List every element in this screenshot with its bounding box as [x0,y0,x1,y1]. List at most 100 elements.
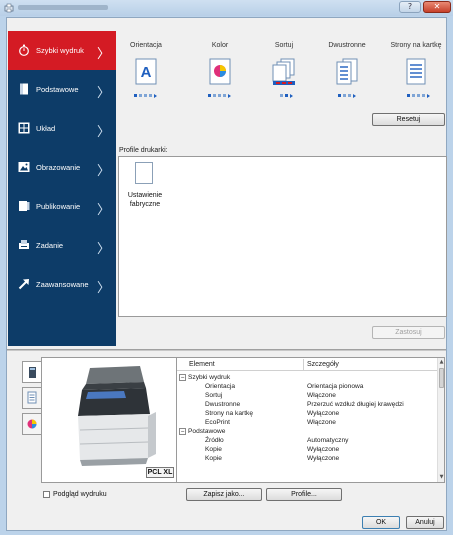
row-value: Włączone [307,392,336,399]
help-button[interactable]: ? [399,1,421,13]
printer-icon [29,367,36,378]
scroll-thumb[interactable] [439,368,444,388]
print-preview-checkbox[interactable] [43,491,50,498]
tree-item-row[interactable]: Dwustronne Przerzuć wzdłuż długiej krawę… [177,400,439,409]
nav-label: Zaawansowane [36,280,89,289]
nav-label: Szybki wydruk [36,46,84,55]
row-element: Podstawowe [188,428,226,435]
tab-printer-preview[interactable] [22,361,42,383]
pages-per-sheet-icon[interactable] [404,58,428,86]
nav-item-imaging[interactable]: Obrazowanie 〉 [8,148,116,187]
nav-label: Zadanie [36,241,64,250]
chevron-right-icon: 〉 [96,281,110,296]
nav-item-publishing[interactable]: Publikowanie 〉 [8,187,116,226]
column-header-pages-per-sheet: Strony na kartkę [390,42,442,49]
nav-item-advanced[interactable]: Zaawansowane 〉 [8,265,116,304]
row-value: Automatyczny [307,437,349,444]
color-icon[interactable] [208,58,232,86]
publishing-icon [19,201,30,211]
advanced-arrow-icon [18,279,29,290]
column-header-details[interactable]: Szczegóły [307,361,339,368]
mfp-printer-image [78,366,156,466]
nav-item-basic[interactable]: Podstawowe 〉 [8,70,116,109]
nav-label: Obrazowanie [36,163,81,172]
collate-selector[interactable] [280,93,304,98]
tree-item-row[interactable]: Sortuj Włączone [177,391,439,400]
cancel-button[interactable]: Anuluj [406,516,444,529]
scroll-down-icon[interactable]: ▼ [439,474,444,480]
chevron-right-icon: 〉 [96,203,110,218]
window-title-blurred [18,5,108,10]
tree-item-row[interactable]: Orientacja Orientacja pionowa [177,382,439,391]
collapse-toggle[interactable]: − [179,374,186,381]
tab-color-preview[interactable] [22,413,42,435]
row-element: Orientacja [205,383,236,390]
tab-page-preview[interactable] [22,387,42,409]
details-scrollbar[interactable]: ▲ ▼ [437,358,444,482]
preview-tabs [22,361,42,461]
apply-button[interactable]: Zastosuj [372,326,445,339]
column-header-element[interactable]: Element [189,361,215,368]
scroll-up-icon[interactable]: ▲ [439,359,444,365]
orientation-icon[interactable]: A [134,58,158,86]
tree-item-row[interactable]: Strony na kartkę Wyłączone [177,409,439,418]
tree-group-row[interactable]: − Podstawowe [177,427,439,436]
tree-item-row[interactable]: Kopie Wyłączone [177,445,439,454]
job-icon [19,240,29,249]
color-wheel-icon [27,419,37,429]
row-value: Wyłączone [307,446,340,453]
row-value: Przerzuć wzdłuż długiej krawędzi [307,401,404,408]
chevron-right-icon: 〉 [96,125,110,140]
orientation-glyph: A [141,64,152,81]
pages-per-sheet-selector[interactable] [407,93,431,98]
row-element: Kopie [205,446,222,453]
nav-label: Podstawowe [36,85,79,94]
printer-app-icon [4,3,14,13]
row-element: Sortuj [205,392,223,399]
tree-item-row[interactable]: EcoPrint Włączone [177,418,439,427]
category-sidebar: Szybki wydruk 〉 Podstawowe 〉 Układ 〉 Obr… [8,31,116,346]
collapse-toggle[interactable]: − [179,428,186,435]
nav-item-layout[interactable]: Układ 〉 [8,109,116,148]
row-value: Wyłączone [307,455,340,462]
duplex-selector[interactable] [338,93,362,98]
color-selector[interactable] [208,93,232,98]
profile-button[interactable]: Profile... [266,488,342,501]
row-value: Wyłączone [307,410,340,417]
row-element: Strony na kartkę [205,410,254,417]
nav-item-quick-print[interactable]: Szybki wydruk 〉 [8,31,116,70]
tree-item-row[interactable]: Źródło Automatyczny [177,436,439,445]
row-element: Źródło [205,437,224,444]
pcl-xl-badge: PCL XL [146,467,174,478]
page-icon [20,83,28,95]
row-value: Włączone [307,419,336,426]
tree-group-row[interactable]: − Szybki wydruk [177,373,439,382]
details-header: Element Szczegóły [177,358,439,371]
chevron-right-icon: 〉 [96,47,110,62]
tree-item-row[interactable]: Kopie Wyłączone [177,454,439,463]
profiles-label: Profile drukarki: [119,147,168,154]
profile-label-line2: fabryczne [129,201,161,208]
save-as-button[interactable]: Zapisz jako... [186,488,262,501]
chevron-right-icon: 〉 [96,242,110,257]
collate-icon[interactable] [272,58,296,86]
print-preview-checkbox-label[interactable]: Podgląd wydruku [53,491,107,498]
profiles-list[interactable] [118,156,447,317]
ok-button[interactable]: OK [362,516,400,529]
profile-document-icon[interactable] [135,162,153,184]
close-button[interactable]: ✕ [423,1,451,13]
reset-button[interactable]: Resetuj [372,113,445,126]
orientation-selector[interactable] [134,93,158,98]
column-header-duplex: Dwustronne [328,42,366,49]
column-header-collate: Sortuj [274,42,294,49]
row-element: EcoPrint [205,419,230,426]
row-element: Szybki wydruk [188,374,231,381]
row-element: Kopie [205,455,222,462]
settings-details-table[interactable]: Element Szczegóły − Szybki wydruk Orient… [176,357,445,483]
duplex-icon[interactable] [335,58,359,86]
page-preview-icon [27,391,37,404]
stopwatch-icon [19,44,29,56]
nav-item-job[interactable]: Zadanie 〉 [8,226,116,265]
profile-item-factory-default[interactable]: Ustawienie fabryczne [117,191,173,209]
profile-label-line1: Ustawienie [127,192,163,199]
